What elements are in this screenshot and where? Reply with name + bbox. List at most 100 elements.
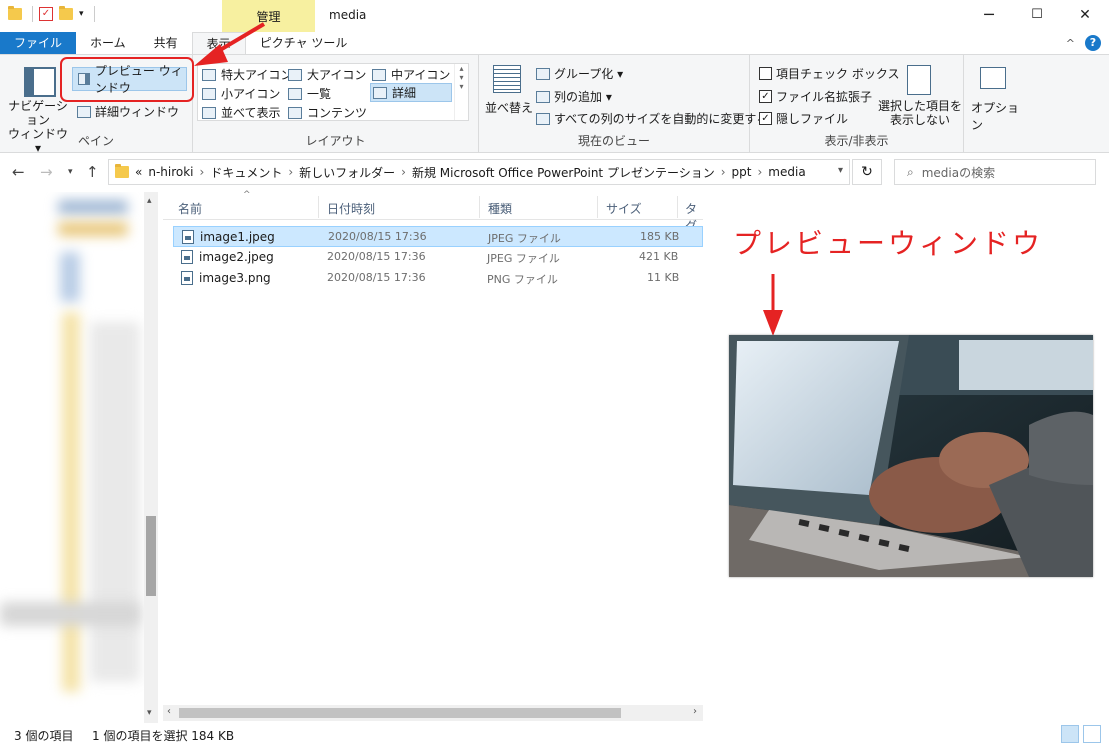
layout-tiles[interactable]: 並べて表示	[202, 104, 281, 121]
layout-medium-icons[interactable]: 中アイコン	[372, 66, 450, 83]
sort-by-icon	[493, 65, 521, 93]
layout-large-icons[interactable]: 大アイコン	[288, 66, 366, 83]
tab-file[interactable]: ファイル	[0, 32, 77, 54]
breadcrumb-item[interactable]: 新しいフォルダー	[299, 164, 395, 181]
new-folder-icon[interactable]	[59, 6, 73, 20]
search-icon: ⌕	[907, 164, 914, 179]
nav-pane-scrollbar[interactable]: ▴ ▾	[144, 192, 158, 723]
large-icons-view-icon[interactable]	[1083, 725, 1101, 743]
small-icons-icon	[202, 87, 216, 100]
group-by-button[interactable]: グループ化 ▾	[536, 65, 623, 82]
group-label-pane: ペイン	[77, 134, 114, 148]
navigation-pane[interactable]: ▴ ▾	[0, 192, 158, 723]
address-row: ← → ▾ ↑ « n-hiroki › ドキュメント › 新しいフォルダー ›…	[0, 154, 1109, 190]
file-date: 2020/08/15 17:36	[327, 271, 426, 284]
layout-gallery-scroll[interactable]: ▴ ▾ ▾	[454, 64, 468, 120]
file-list-horizontal-scrollbar[interactable]: ‹ ›	[163, 705, 703, 721]
breadcrumb-chevron-icon[interactable]: ›	[721, 165, 726, 179]
column-type[interactable]: 種類	[488, 200, 512, 217]
folder-icon[interactable]	[8, 6, 22, 20]
item-checkboxes-toggle[interactable]: 項目チェック ボックス	[759, 65, 899, 82]
file-size: 185 KB	[640, 230, 680, 243]
minimize-button[interactable]: ─	[965, 0, 1013, 30]
scroll-left-icon[interactable]: ‹	[167, 706, 171, 717]
back-icon[interactable]: ←	[12, 163, 25, 181]
sort-ascending-icon: ^	[243, 190, 251, 200]
tab-home[interactable]: ホーム	[76, 32, 140, 54]
details-view-icon[interactable]	[1061, 725, 1079, 743]
layout-list[interactable]: 一覧	[288, 85, 331, 102]
item-checkboxes-checkbox[interactable]	[759, 67, 772, 80]
ribbon-tabs: ファイル ホーム 共有 表示 ピクチャ ツール	[0, 32, 1109, 55]
file-row[interactable]: image2.jpeg 2020/08/15 17:36 JPEG ファイル 4…	[173, 247, 703, 268]
breadcrumb-item[interactable]: 新規 Microsoft Office PowerPoint プレゼンテーション	[412, 164, 715, 181]
breadcrumb-item[interactable]: n-hiroki	[148, 165, 193, 179]
file-list: ^ 名前 日付時刻 種類 サイズ タグ image1.jpeg 2020/08/…	[163, 190, 703, 723]
breadcrumb-chevron-icon[interactable]: ›	[401, 165, 406, 179]
breadcrumb-chevron-icon[interactable]: ›	[200, 165, 205, 179]
preview-annotation-label: プレビューウィンドウ	[733, 227, 1044, 260]
layout-small-icons[interactable]: 小アイコン	[202, 85, 280, 102]
large-icons-icon	[288, 68, 302, 81]
breadcrumb-chevron-icon[interactable]: ›	[757, 165, 762, 179]
image-file-icon	[181, 271, 193, 285]
column-size[interactable]: サイズ	[606, 200, 642, 217]
customize-qat-icon[interactable]: ▾	[79, 9, 84, 19]
file-row[interactable]: image3.png 2020/08/15 17:36 PNG ファイル 11 …	[173, 268, 703, 289]
hide-selected-icon	[907, 65, 931, 95]
file-extensions-toggle[interactable]: ✓ ファイル名拡張子	[759, 88, 872, 105]
group-label-layout: レイアウト	[305, 134, 366, 148]
column-date[interactable]: 日付時刻	[327, 200, 375, 217]
nav-pane-scroll-thumb[interactable]	[146, 516, 156, 596]
hidden-items-checkbox[interactable]: ✓	[759, 112, 772, 125]
group-label-show-hide: 表示/非表示	[824, 134, 889, 148]
image-file-icon	[182, 230, 194, 244]
search-input[interactable]: ⌕ mediaの検索	[894, 159, 1096, 185]
sort-by-button[interactable]: 並べ替え	[485, 99, 533, 116]
breadcrumb-item[interactable]: media	[768, 165, 805, 179]
maximize-button[interactable]: ☐	[1013, 0, 1061, 30]
breadcrumb-item[interactable]: ppt	[732, 165, 752, 179]
list-icon	[288, 87, 302, 100]
preview-image	[729, 335, 1093, 577]
hide-selected-button[interactable]: 選択した項目を 表示しない	[878, 99, 962, 127]
recent-locations-icon[interactable]: ▾	[68, 167, 73, 177]
group-by-icon	[536, 67, 550, 80]
add-columns-icon	[536, 90, 550, 103]
file-size: 421 KB	[639, 250, 679, 263]
scroll-right-icon[interactable]: ›	[693, 706, 697, 717]
address-bar[interactable]: « n-hiroki › ドキュメント › 新しいフォルダー › 新規 Micr…	[108, 159, 850, 185]
column-header: ^ 名前 日付時刻 種類 サイズ タグ	[163, 190, 703, 233]
column-name[interactable]: 名前	[178, 200, 202, 217]
group-options: オプション	[964, 55, 1024, 153]
address-dropdown-icon[interactable]: ▾	[838, 165, 843, 176]
refresh-button[interactable]: ↻	[852, 159, 882, 185]
group-label-current-view: 現在のビュー	[577, 134, 650, 148]
layout-content[interactable]: コンテンツ	[288, 104, 367, 121]
group-current-view: 並べ替え グループ化 ▾ 列の追加 ▾ すべての列のサイズを自動的に変更する 現…	[479, 55, 768, 153]
file-name: image2.jpeg	[199, 250, 274, 264]
item-count: 3 個の項目	[14, 729, 74, 743]
window-title: media	[329, 8, 367, 22]
laptop-photo-icon	[729, 335, 1093, 577]
breadcrumb-item[interactable]: ドキュメント	[210, 164, 282, 181]
details-pane-button[interactable]: 詳細ウィンドウ	[77, 103, 179, 120]
help-icon[interactable]: ?	[1085, 35, 1101, 51]
horizontal-scroll-thumb[interactable]	[179, 708, 621, 718]
file-row[interactable]: image1.jpeg 2020/08/15 17:36 JPEG ファイル 1…	[173, 226, 703, 247]
hidden-items-toggle[interactable]: ✓ 隠しファイル	[759, 110, 848, 127]
forward-icon[interactable]: →	[40, 163, 53, 181]
up-icon[interactable]: ↑	[86, 163, 99, 181]
file-size: 11 KB	[647, 271, 680, 284]
collapse-ribbon-icon[interactable]: ^	[1066, 37, 1075, 50]
breadcrumb-overflow[interactable]: «	[135, 165, 142, 179]
preview-pane: プレビューウィンドウ	[705, 192, 1109, 723]
file-extensions-checkbox[interactable]: ✓	[759, 90, 772, 103]
layout-details[interactable]: 詳細	[370, 83, 452, 102]
properties-icon[interactable]: ✓	[39, 7, 53, 21]
breadcrumb-chevron-icon[interactable]: ›	[288, 165, 293, 179]
options-button[interactable]: オプション	[971, 99, 1024, 133]
add-columns-button[interactable]: 列の追加 ▾	[536, 88, 612, 105]
size-all-columns-button[interactable]: すべての列のサイズを自動的に変更する	[536, 110, 768, 127]
close-button[interactable]: ✕	[1061, 0, 1109, 30]
